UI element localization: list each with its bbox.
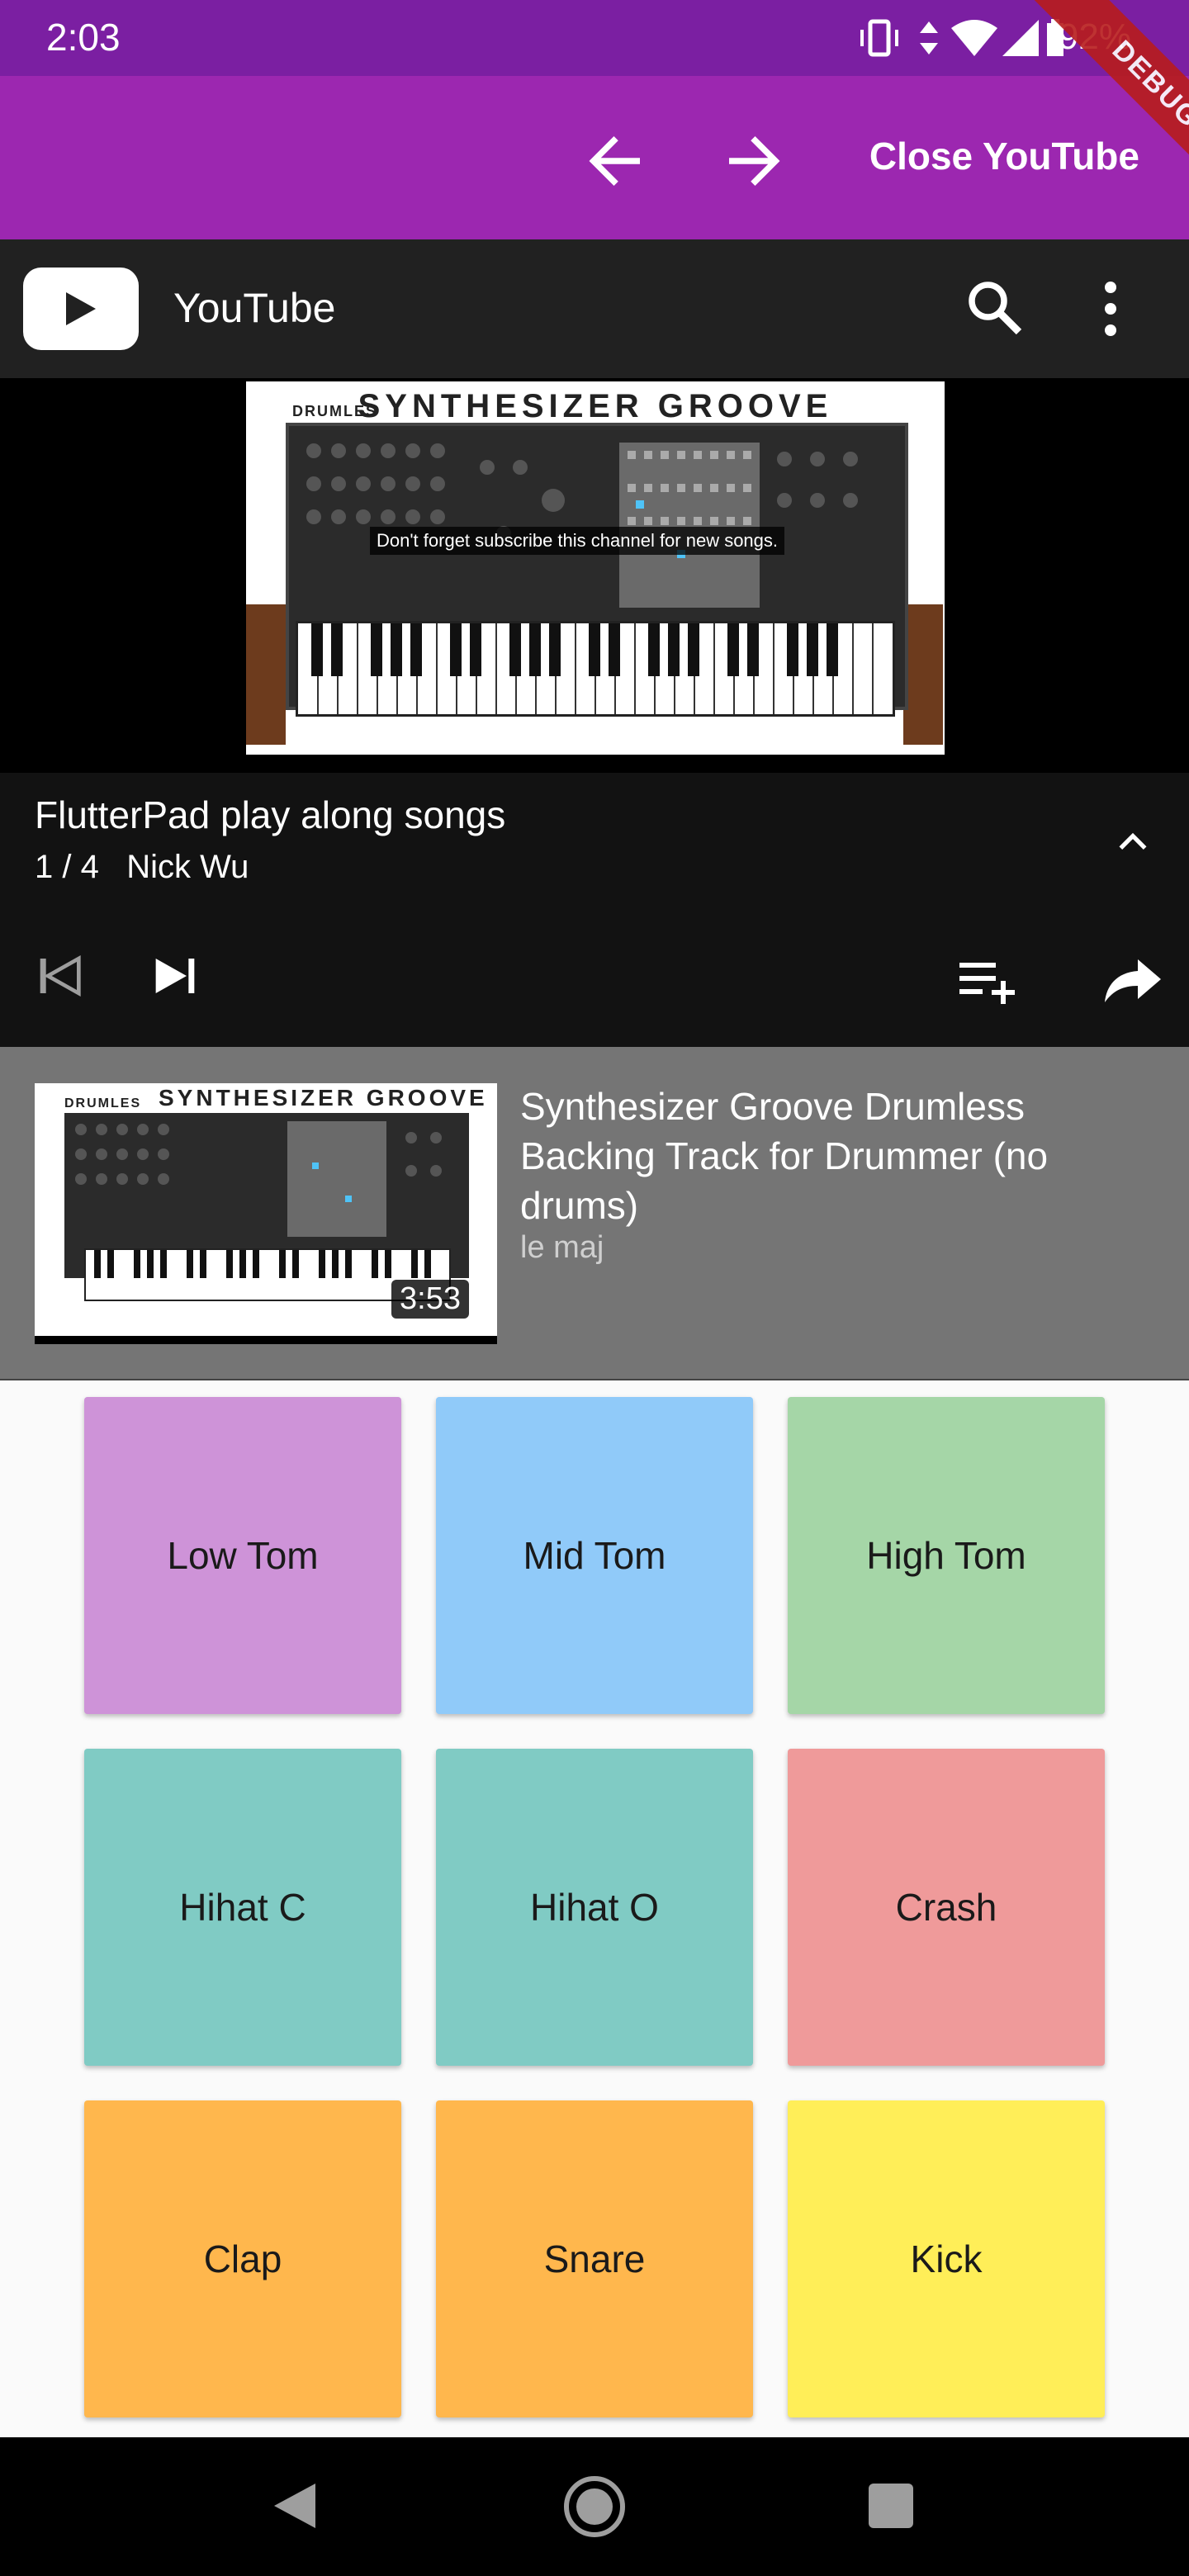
status-bar: 2:03 92% bbox=[0, 0, 1189, 76]
pad-hihat-c[interactable]: Hihat C bbox=[84, 1749, 401, 2066]
pad-high-tom[interactable]: High Tom bbox=[788, 1397, 1105, 1714]
drum-pad-grid: Low Tom Mid Tom High Tom Hihat C Hihat O… bbox=[0, 1380, 1189, 2437]
synth-wood-right bbox=[903, 604, 943, 745]
playlist-position: 1 / 4 bbox=[35, 849, 99, 885]
playlist-add-icon[interactable] bbox=[958, 956, 1021, 1006]
youtube-logo-icon bbox=[23, 268, 139, 350]
playlist-meta: 1 / 4 Nick Wu bbox=[35, 849, 249, 886]
pad-clap[interactable]: Clap bbox=[84, 2100, 401, 2417]
youtube-header: YouTube bbox=[0, 239, 1189, 378]
video-channel: le maj bbox=[520, 1230, 604, 1265]
synth-wood-left bbox=[246, 604, 286, 745]
arrow-back-icon[interactable] bbox=[578, 124, 652, 198]
signal-icon bbox=[1002, 20, 1039, 56]
wifi-icon bbox=[951, 20, 997, 56]
pad-mid-tom[interactable]: Mid Tom bbox=[436, 1397, 753, 1714]
skip-next-icon[interactable] bbox=[152, 953, 198, 999]
nav-home-icon[interactable] bbox=[561, 2474, 628, 2540]
thumbnail-panel bbox=[75, 1121, 442, 1237]
pad-snare[interactable]: Snare bbox=[436, 2100, 753, 2417]
thumbnail-heading: SYNTHESIZER GROOVE bbox=[159, 1085, 488, 1110]
search-icon[interactable] bbox=[964, 277, 1024, 337]
skip-previous-icon[interactable] bbox=[36, 953, 83, 999]
more-vert-icon[interactable] bbox=[1090, 276, 1131, 342]
pad-kick[interactable]: Kick bbox=[788, 2100, 1105, 2417]
playlist-author: Nick Wu bbox=[126, 849, 249, 885]
system-nav-bar bbox=[0, 2437, 1189, 2576]
synth-keyboard bbox=[296, 621, 895, 717]
app-bar: Close YouTube bbox=[0, 76, 1189, 239]
video-title: Synthesizer Groove Drumless Backing Trac… bbox=[520, 1085, 1049, 1227]
video-frame[interactable]: DRUMLES SYNTHESIZER GROOVE Don't forget … bbox=[246, 381, 945, 755]
nav-recents-icon[interactable] bbox=[869, 2484, 913, 2528]
nav-back-icon[interactable] bbox=[268, 2477, 325, 2535]
expand-less-icon[interactable] bbox=[1115, 822, 1151, 859]
vibrate-icon bbox=[860, 19, 898, 57]
share-icon[interactable] bbox=[1103, 956, 1163, 1006]
youtube-title: YouTube bbox=[173, 285, 336, 331]
pad-hihat-o[interactable]: Hihat O bbox=[436, 1749, 753, 2066]
data-arrows-icon bbox=[920, 21, 938, 54]
video-heading: SYNTHESIZER GROOVE bbox=[358, 388, 833, 424]
video-thumbnail[interactable]: DRUMLES SYNTHESIZER GROOVE 3:53 bbox=[35, 1083, 497, 1344]
duration-badge: 3:53 bbox=[391, 1280, 469, 1319]
arrow-forward-icon[interactable] bbox=[717, 124, 791, 198]
playlist-item[interactable]: DRUMLES SYNTHESIZER GROOVE 3:53 Synthesi… bbox=[0, 1047, 1189, 1380]
status-time: 2:03 bbox=[46, 16, 121, 59]
playlist-panel: FlutterPad play along songs 1 / 4 Nick W… bbox=[0, 773, 1189, 1047]
close-youtube-button[interactable]: Close YouTube bbox=[869, 134, 1139, 178]
playlist-title: FlutterPad play along songs bbox=[35, 793, 506, 836]
video-player[interactable]: DRUMLES SYNTHESIZER GROOVE Don't forget … bbox=[0, 378, 1189, 773]
video-caption: Don't forget subscribe this channel for … bbox=[370, 527, 785, 555]
thumbnail-brand: DRUMLES bbox=[64, 1096, 142, 1110]
pad-low-tom[interactable]: Low Tom bbox=[84, 1397, 401, 1714]
keys-graphic bbox=[311, 623, 874, 714]
pad-crash[interactable]: Crash bbox=[788, 1749, 1105, 2066]
